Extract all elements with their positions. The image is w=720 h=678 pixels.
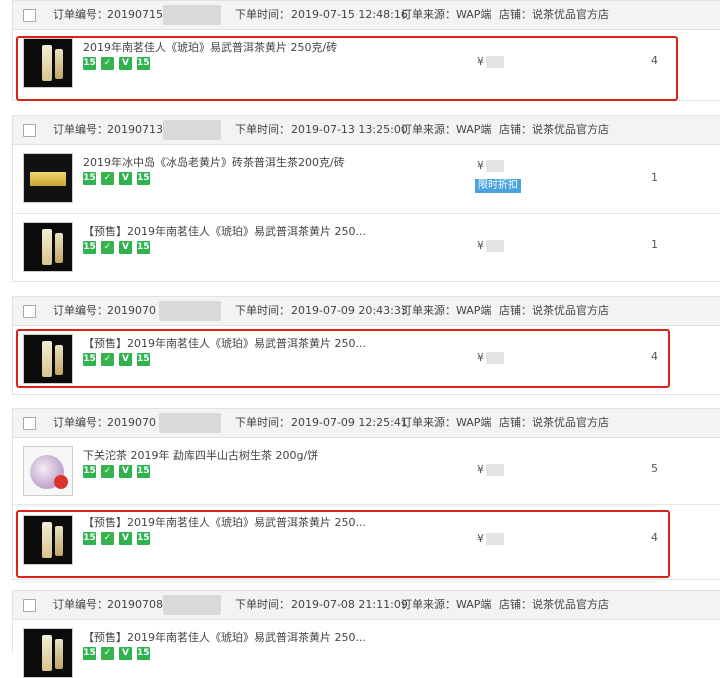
order-number-label: 订单编号： [53,123,108,136]
shield-icon: ✓ [101,172,114,185]
order-item[interactable]: 下关沱茶 2019年 勐库四半山古树生茶 200g/饼 15 ✓ V 15. ¥ 5 [13,438,720,504]
item-price: ¥ [477,159,504,172]
v-icon: V [119,647,132,660]
order-store: 店铺：说茶优品官方店 [499,598,609,611]
product-thumbnail[interactable] [23,628,73,678]
order-header: 订单编号： 20190715 下单时间： 2019-07-15 12:48:16… [13,1,720,30]
order-select-checkbox[interactable] [23,599,36,612]
item-quantity: 5 [651,462,658,475]
order-time-label: 下单时间： [235,8,290,21]
order-header: 订单编号： 2019070 下单时间： 2019-07-09 12:25:41 … [13,409,720,438]
order-number-label: 订单编号： [53,304,108,317]
highlight-box [16,329,670,388]
shield-icon: ✓ [101,241,114,254]
item-quantity: 1 [651,171,658,184]
redaction [486,464,504,476]
order-number: 20190713 [107,123,163,136]
redaction [163,595,221,615]
shield-icon: ✓ [101,465,114,478]
redaction [486,240,504,252]
order-number-label: 订单编号： [53,8,108,21]
order-source: 订单来源：WAP端 [401,123,492,136]
order-header: 订单编号： 2019070 下单时间： 2019-07-09 20:43:33 … [13,297,720,326]
order-source: 订单来源：WAP端 [401,416,492,429]
order-store: 店铺：说茶优品官方店 [499,123,609,136]
fifteen-icon: 15. [137,172,153,185]
redaction [159,413,221,433]
order-time-label: 下单时间： [235,123,290,136]
order-header: 订单编号： 20190708 下单时间： 2019-07-08 21:11:09… [13,591,720,620]
fifteen-days-icon: 15 [83,647,96,660]
order-time-label: 下单时间： [235,598,290,611]
redaction [486,160,504,172]
order-time: 2019-07-09 20:43:33 [291,304,408,317]
product-title[interactable]: 【预售】2019年南茗佳人《琥珀》易武普洱茶黄片 250... [83,629,366,645]
product-icons: 15 ✓ V 15. [83,465,155,479]
order-time: 2019-07-15 12:48:16 [291,8,408,21]
order-time-label: 下单时间： [235,304,290,317]
v-icon: V [119,465,132,478]
product-title[interactable]: 2019年冰中岛《冰岛老黄片》砖茶普洱生茶200克/砖 [83,154,345,170]
order-store: 店铺：说茶优品官方店 [499,304,609,317]
order-number: 20190708 [107,598,163,611]
shield-icon: ✓ [101,647,114,660]
order-item[interactable]: 2019年冰中岛《冰岛老黄片》砖茶普洱生茶200克/砖 15 ✓ V 15. ¥ 限时… [13,145,720,213]
redaction [159,301,221,321]
item-quantity: 1 [651,238,658,251]
v-icon: V [119,172,132,185]
order-number-label: 订单编号： [53,598,108,611]
order-source: 订单来源：WAP端 [401,304,492,317]
order-time: 2019-07-13 13:25:00 [291,123,408,136]
order-time: 2019-07-09 12:25:41 [291,416,408,429]
fifteen-icon: 15. [137,647,153,660]
product-title[interactable]: 下关沱茶 2019年 勐库四半山古树生茶 200g/饼 [83,447,318,463]
product-title[interactable]: 【预售】2019年南茗佳人《琥珀》易武普洱茶黄片 250... [83,223,366,239]
order-select-checkbox[interactable] [23,124,36,137]
order-number: 20190715 [107,8,163,21]
fifteen-icon: 15. [137,241,153,254]
v-icon: V [119,241,132,254]
product-icons: 15 ✓ V 15. [83,172,155,186]
highlight-box [16,36,678,101]
discount-badge: 限时折扣 [475,179,521,193]
order-item[interactable]: 【预售】2019年南茗佳人《琥珀》易武普洱茶黄片 250... 15 ✓ V 15. [13,620,720,678]
order-select-checkbox[interactable] [23,417,36,430]
order-select-checkbox[interactable] [23,305,36,318]
highlight-box [16,510,670,578]
order-store: 店铺：说茶优品官方店 [499,416,609,429]
redaction [163,120,221,140]
order-source: 订单来源：WAP端 [401,8,492,21]
item-price: ¥ [477,463,504,476]
order-number: 2019070 [107,304,156,317]
order-time: 2019-07-08 21:11:09 [291,598,408,611]
product-thumbnail[interactable] [23,153,73,203]
order-header: 订单编号： 20190713 下单时间： 2019-07-13 13:25:00… [13,116,720,145]
product-thumbnail[interactable] [23,446,73,496]
order-card: 订单编号： 20190708 下单时间： 2019-07-08 21:11:09… [12,590,720,678]
order-card: 订单编号： 20190713 下单时间： 2019-07-13 13:25:00… [12,115,720,282]
order-store: 店铺：说茶优品官方店 [499,8,609,21]
item-price: ¥ [477,239,504,252]
product-icons: 15 ✓ V 15. [83,241,155,255]
order-source: 订单来源：WAP端 [401,598,492,611]
order-time-label: 下单时间： [235,416,290,429]
fifteen-icon: 15. [137,465,153,478]
fifteen-days-icon: 15 [83,241,96,254]
product-thumbnail[interactable] [23,222,73,272]
order-item[interactable]: 【预售】2019年南茗佳人《琥珀》易武普洱茶黄片 250... 15 ✓ V 15. … [13,213,720,281]
order-number-label: 订单编号： [53,416,108,429]
redaction [163,5,221,25]
product-icons: 15 ✓ V 15. [83,647,155,661]
order-number: 2019070 [107,416,156,429]
fifteen-days-icon: 15 [83,172,96,185]
fifteen-days-icon: 15 [83,465,96,478]
order-select-checkbox[interactable] [23,9,36,22]
